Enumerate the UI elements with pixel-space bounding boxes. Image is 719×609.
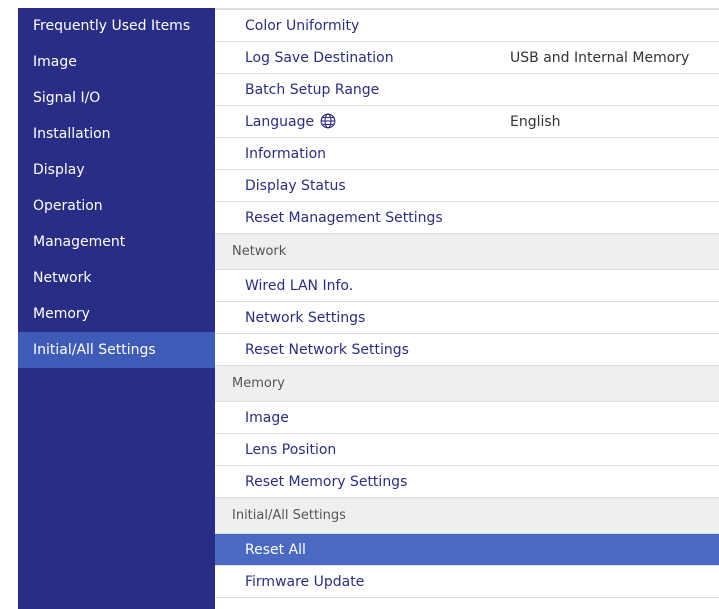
menu-row-wired-lan-info[interactable]: Wired LAN Info. — [215, 270, 719, 302]
row-label: Language — [245, 114, 315, 130]
row-label-wrap: Language — [245, 106, 336, 141]
menu-row-reset-management-settings[interactable]: Reset Management Settings — [215, 202, 719, 234]
sidebar-item-operation[interactable]: Operation — [18, 188, 215, 224]
menu-row-color-uniformity[interactable]: Color Uniformity — [215, 10, 719, 42]
sidebar-item-display[interactable]: Display — [18, 152, 215, 188]
row-label: Log Save Destination — [245, 50, 394, 66]
row-label: Batch Setup Range — [245, 82, 380, 98]
menu-row-firmware-update[interactable]: Firmware Update — [215, 566, 719, 598]
sidebar-menu: Frequently Used Items Image Signal I/O I… — [18, 8, 215, 609]
menu-row-reset-memory-settings[interactable]: Reset Memory Settings — [215, 466, 719, 498]
sidebar-item-network[interactable]: Network — [18, 260, 215, 296]
sidebar-item-memory[interactable]: Memory — [18, 296, 215, 332]
row-value: English — [510, 114, 561, 130]
sidebar-item-initial-all-settings[interactable]: Initial/All Settings — [18, 332, 215, 368]
row-label: Wired LAN Info. — [245, 278, 354, 294]
menu-row-display-status[interactable]: Display Status — [215, 170, 719, 202]
row-label: Information — [245, 146, 327, 162]
sidebar-item-image[interactable]: Image — [18, 44, 215, 80]
menu-row-lens-position[interactable]: Lens Position — [215, 434, 719, 466]
globe-icon — [320, 109, 336, 141]
section-header-label: Initial/All Settings — [232, 508, 346, 523]
row-label: Network Settings — [245, 310, 366, 326]
sidebar-item-frequently-used-items[interactable]: Frequently Used Items — [18, 8, 215, 44]
menu-row-reset-network-settings[interactable]: Reset Network Settings — [215, 334, 719, 366]
menu-row-language[interactable]: Language English — [215, 106, 719, 138]
menu-row-image[interactable]: Image — [215, 402, 719, 434]
row-label: Reset Management Settings — [245, 210, 443, 226]
row-label: Color Uniformity — [245, 18, 360, 34]
row-label: Display Status — [245, 178, 346, 194]
sidebar-item-management[interactable]: Management — [18, 224, 215, 260]
row-label: Firmware Update — [245, 574, 365, 590]
row-value: USB and Internal Memory — [510, 50, 690, 66]
section-header-memory: Memory — [215, 366, 719, 402]
section-header-label: Memory — [232, 376, 285, 391]
menu-row-log-save-destination[interactable]: Log Save Destination USB and Internal Me… — [215, 42, 719, 74]
row-label: Lens Position — [245, 442, 337, 458]
row-label: Reset All — [245, 542, 306, 558]
section-header-label: Network — [232, 244, 287, 259]
row-label: Reset Network Settings — [245, 342, 409, 358]
menu-row-network-settings[interactable]: Network Settings — [215, 302, 719, 334]
menu-row-reset-all[interactable]: Reset All — [215, 534, 719, 566]
settings-list: Color Uniformity Log Save Destination US… — [215, 10, 719, 609]
row-label: Reset Memory Settings — [245, 474, 408, 490]
menu-row-information[interactable]: Information — [215, 138, 719, 170]
menu-row-batch-setup-range[interactable]: Batch Setup Range — [215, 74, 719, 106]
sidebar-item-signal-io[interactable]: Signal I/O — [18, 80, 215, 116]
sidebar-item-installation[interactable]: Installation — [18, 116, 215, 152]
row-label: Image — [245, 410, 289, 426]
section-header-initial-all-settings: Initial/All Settings — [215, 498, 719, 534]
section-header-network: Network — [215, 234, 719, 270]
